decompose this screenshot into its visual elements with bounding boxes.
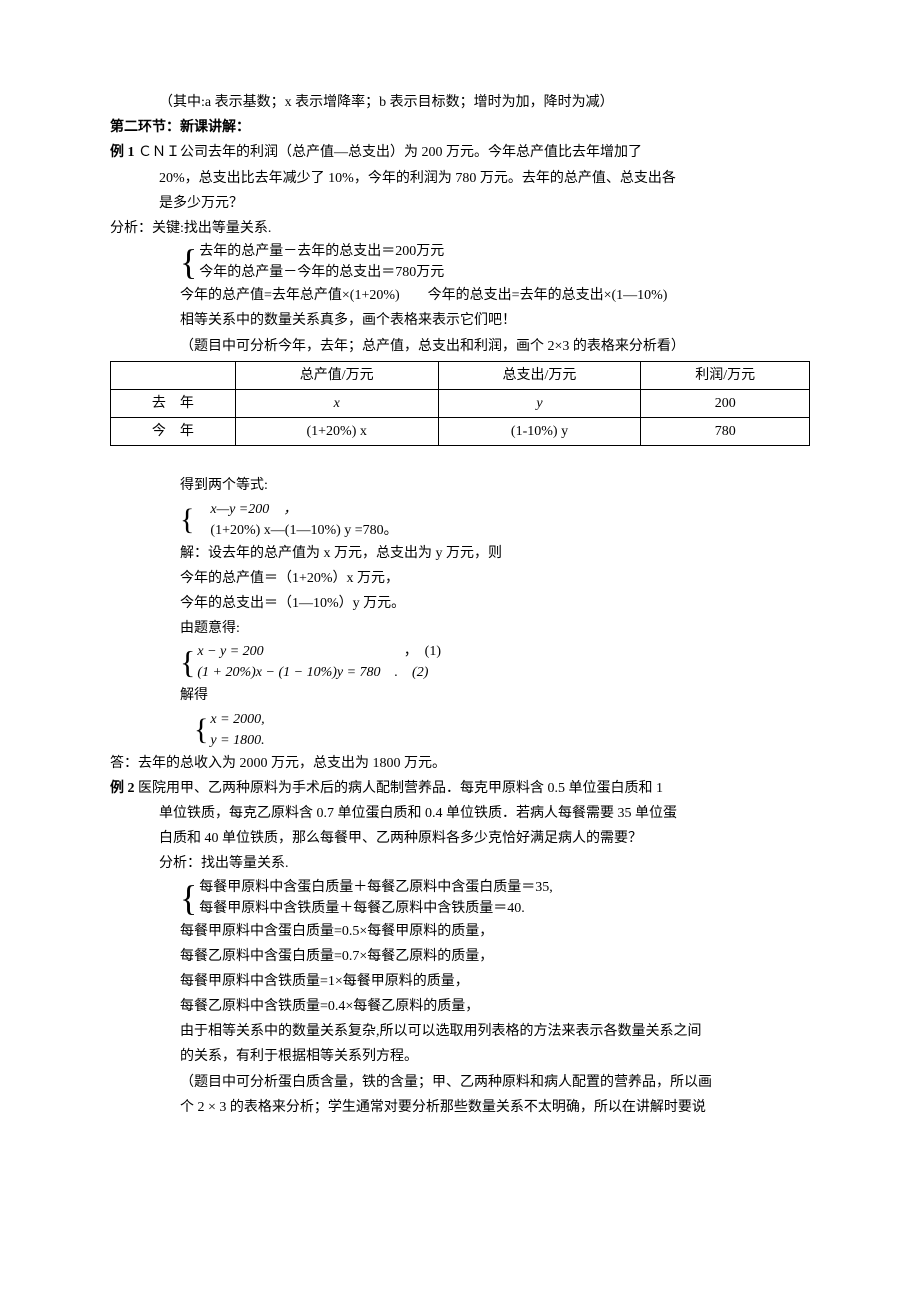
ex1-q1: ＣＮＩ公司去年的利润（总产值—总支出）为 200 万元。今年总产值比去年增加了 <box>138 145 642 160</box>
ex2-q1: 医院用甲、乙两种原料为手术后的病人配制营养品．每克甲原料含 0.5 单位蛋白质和… <box>138 781 663 796</box>
ex2-brace-system: { 每餐甲原料中含蛋白质量＋每餐乙原料中含蛋白质量＝35, 每餐甲原料中含铁质量… <box>180 877 810 919</box>
ex2-l6: 的关系，有利于根据相等关系列方程。 <box>110 1044 810 1069</box>
example-2: 例 2 医院用甲、乙两种原料为手术后的病人配制营养品．每克甲原料含 0.5 单位… <box>110 776 810 801</box>
cell: 200 <box>641 389 810 417</box>
ex2-brace-a: 每餐甲原料中含蛋白质量＋每餐乙原料中含蛋白质量＝35, <box>199 877 553 898</box>
ex1-sys1: x − y = 200， (1) <box>197 641 441 662</box>
table-row: 今 年 (1+20%) x (1-10%) y 780 <box>111 418 810 446</box>
ex1-res2: y = 1800. <box>210 730 264 751</box>
ex1-sol-c: 由题意得: <box>110 616 810 641</box>
th-profit: 利润/万元 <box>641 361 810 389</box>
ex1-sol-b: 今年的总支出＝（1—10%）y 万元。 <box>110 591 810 616</box>
th-output: 总产值/万元 <box>235 361 438 389</box>
cell: x <box>235 389 438 417</box>
ex1-solve: 解得 <box>110 683 810 708</box>
ex1-rel2: 相等关系中的数量关系真多，画个表格来表示它们吧！ <box>110 308 810 333</box>
ex1-brace-b: 今年的总产量－今年的总支出＝780万元 <box>199 262 444 283</box>
cell: y <box>438 389 641 417</box>
left-brace-icon: { <box>180 646 195 678</box>
ex1-q2: 20%，总支出比去年减少了 10%，今年的利润为 780 万元。去年的总产值、总… <box>110 166 810 191</box>
ex2-analysis: 分析：找出等量关系. <box>110 851 810 876</box>
ex2-label: 例 2 <box>110 781 135 796</box>
ex1-result: { x = 2000, y = 1800. <box>194 709 810 751</box>
th-blank <box>111 361 236 389</box>
example-1: 例 1 ＣＮＩ公司去年的利润（总产值—总支出）为 200 万元。今年总产值比去年… <box>110 140 810 165</box>
ex1-analysis: 分析：关键:找出等量关系. <box>110 216 810 241</box>
left-brace-icon: { <box>180 880 197 916</box>
section-header: 第二环节：新课讲解： <box>110 115 810 140</box>
ex1-eq2: (1+20%) x—(1—10%) y =780。 <box>196 520 397 541</box>
ex1-rel1: 今年的总产值=去年总产值×(1+20%) 今年的总支出=去年的总支出×(1—10… <box>110 283 810 308</box>
ex1-eq-system: { x—y =200 ， (1+20%) x—(1—10%) y =780。 <box>180 499 810 541</box>
left-brace-icon: { <box>180 244 197 280</box>
ex2-l8: 个 2 × 3 的表格来分析；学生通常对要分析那些数量关系不太明确，所以在讲解时… <box>110 1095 810 1120</box>
ex2-q2: 单位铁质，每克乙原料含 0.7 单位蛋白质和 0.4 单位铁质．若病人每餐需要 … <box>110 801 810 826</box>
ex1-brace-a: 去年的总产量－去年的总支出＝200万元 <box>199 241 444 262</box>
ex2-l7: （题目中可分析蛋白质含量，铁的含量；甲、乙两种原料和病人配置的营养品，所以画 <box>110 1070 810 1095</box>
ex2-l3: 每餐甲原料中含铁质量=1×每餐甲原料的质量， <box>110 969 810 994</box>
ex1-q3: 是多少万元？ <box>110 191 810 216</box>
ex1-solset: 解：设去年的总产值为 x 万元，总支出为 y 万元，则 <box>110 541 810 566</box>
ex2-q3: 白质和 40 单位铁质，那么每餐甲、乙两种原料各多少克恰好满足病人的需要？ <box>110 826 810 851</box>
ex1-deduce: 得到两个等式: <box>110 473 810 498</box>
ex1-brace-system: { 去年的总产量－去年的总支出＝200万元 今年的总产量－今年的总支出＝780万… <box>180 241 810 283</box>
ex2-brace-b: 每餐甲原料中含铁质量＋每餐乙原料中含铁质量＝40. <box>199 898 553 919</box>
table-row: 去 年 x y 200 <box>111 389 810 417</box>
cell: 去 年 <box>111 389 236 417</box>
cell: (1-10%) y <box>438 418 641 446</box>
table-row: 总产值/万元 总支出/万元 利润/万元 <box>111 361 810 389</box>
ex1-answer: 答：去年的总收入为 2000 万元，总支出为 1800 万元。 <box>110 751 810 776</box>
ex1-rel3: （题目中可分析今年，去年；总产值，总支出和利润，画个 2×3 的表格来分析看） <box>110 334 810 359</box>
ex1-eq1: x—y =200 ， <box>196 499 397 520</box>
intro-note: （其中:a 表示基数；x 表示增降率；b 表示目标数；增时为加，降时为减） <box>110 90 810 115</box>
ex1-sys2: (1 + 20%)x − (1 − 10%)y = 780 . (2) <box>197 662 441 683</box>
ex1-label: 例 1 <box>110 145 135 160</box>
left-brace-icon: { <box>194 715 208 745</box>
left-brace-icon: { <box>180 505 194 535</box>
ex1-sys: { x − y = 200， (1) (1 + 20%)x − (1 − 10%… <box>180 641 810 683</box>
cell: 今 年 <box>111 418 236 446</box>
ex1-sol-a: 今年的总产值＝（1+20%）x 万元， <box>110 566 810 591</box>
cell: (1+20%) x <box>235 418 438 446</box>
ex1-table: 总产值/万元 总支出/万元 利润/万元 去 年 x y 200 今 年 (1+2… <box>110 361 810 447</box>
cell: 780 <box>641 418 810 446</box>
ex2-l5: 由于相等关系中的数量关系复杂,所以可以选取用列表格的方法来表示各数量关系之间 <box>110 1019 810 1044</box>
ex2-l1: 每餐甲原料中含蛋白质量=0.5×每餐甲原料的质量， <box>110 919 810 944</box>
ex2-l2: 每餐乙原料中含蛋白质量=0.7×每餐乙原料的质量， <box>110 944 810 969</box>
ex1-res1: x = 2000, <box>210 709 264 730</box>
ex2-l4: 每餐乙原料中含铁质量=0.4×每餐乙原料的质量， <box>110 994 810 1019</box>
th-expense: 总支出/万元 <box>438 361 641 389</box>
